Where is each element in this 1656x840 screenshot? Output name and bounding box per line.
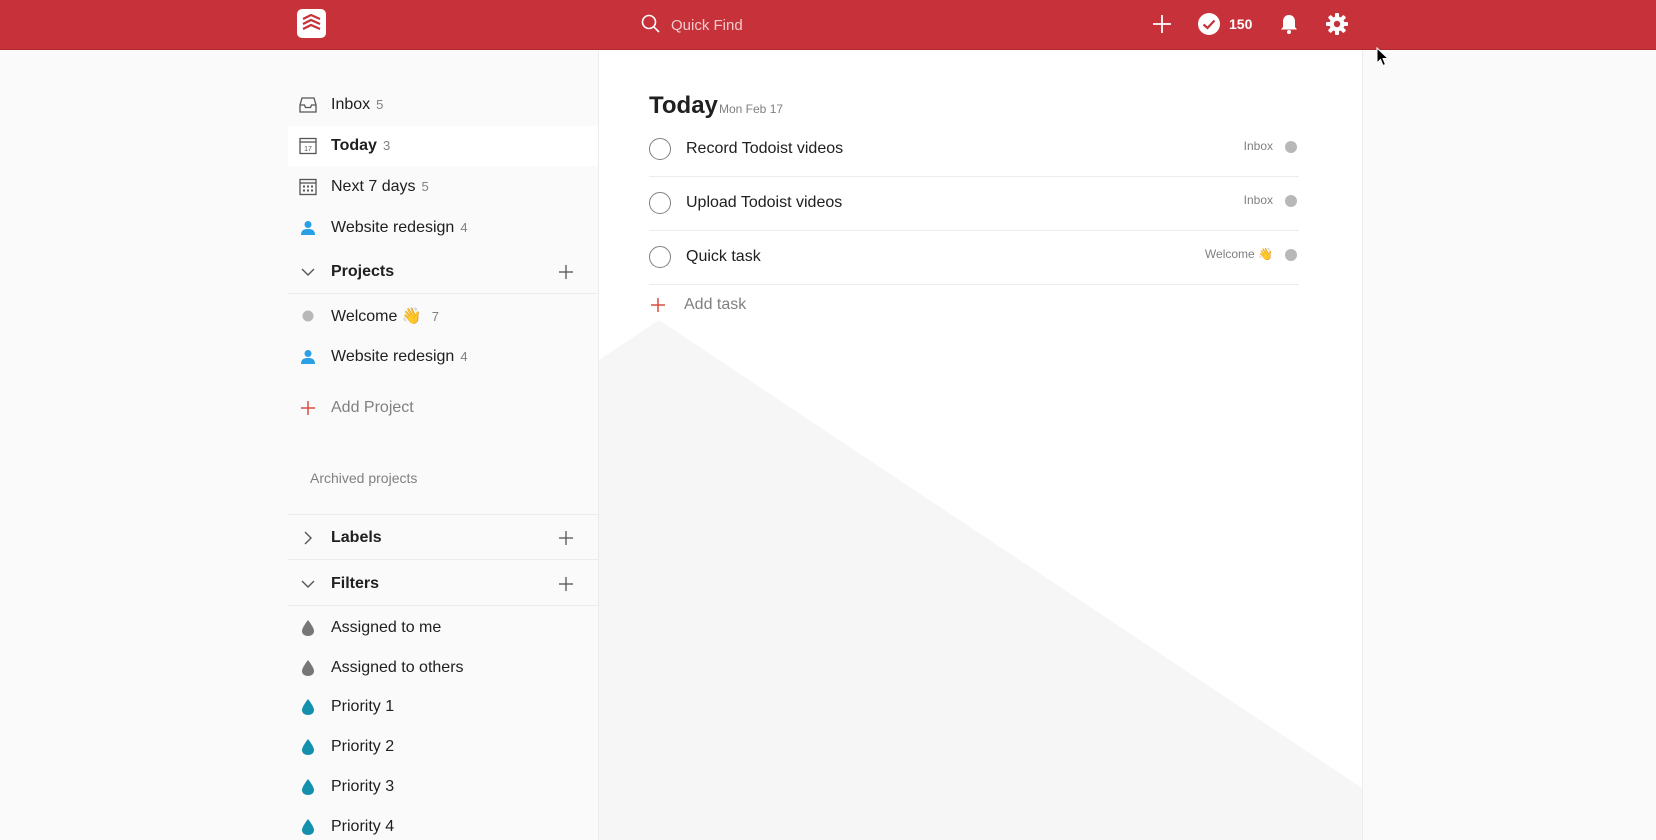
sidebar-item-label: Inbox [331, 96, 371, 113]
karma-check-icon [1198, 13, 1220, 35]
filter-item-assigned-to-me[interactable]: Assigned to me [288, 608, 598, 648]
filter-item-label: Assigned to me [331, 619, 442, 636]
sidebar-item-count: 5 [421, 179, 429, 194]
svg-text:17: 17 [304, 146, 312, 153]
person-icon [298, 347, 318, 367]
task-checkbox[interactable] [649, 138, 671, 160]
quick-find[interactable] [641, 12, 941, 38]
sidebar-item-label: Next 7 days [331, 178, 416, 195]
sidebar-item-count: 3 [382, 138, 391, 153]
add-task-button[interactable]: Add task [649, 294, 949, 318]
add-filter-plus-icon[interactable] [556, 574, 576, 594]
filter-item-label: Priority 3 [331, 778, 395, 795]
divider [288, 514, 598, 515]
sidebar-item-count: 4 [460, 220, 468, 235]
task-checkbox[interactable] [649, 246, 671, 268]
drop-icon [298, 737, 318, 757]
project-item-welcome[interactable]: Welcome 👋 7 [288, 296, 598, 336]
filter-item-label: Priority 4 [331, 818, 395, 835]
task-checkbox[interactable] [649, 192, 671, 214]
task-project-label[interactable]: Inbox [1244, 193, 1273, 207]
page-title: Today [649, 92, 718, 119]
inbox-icon [298, 95, 318, 115]
filter-item-label: Priority 2 [331, 738, 395, 755]
filters-title: Filters [331, 575, 380, 592]
archived-projects-link[interactable]: Archived projects [310, 470, 417, 486]
add-task-label: Add task [684, 296, 747, 313]
drop-icon [298, 658, 318, 678]
task-text[interactable]: Upload Todoist videos [686, 194, 842, 212]
project-item-label: Welcome 👋 [331, 308, 422, 325]
filter-item-assigned-to-others[interactable]: Assigned to others [288, 648, 598, 688]
add-project-button[interactable]: Add Project [288, 388, 598, 428]
task-item[interactable]: Quick task Welcome 👋 [649, 231, 1299, 285]
search-input[interactable] [671, 12, 931, 38]
calendar-today-icon: 17 [298, 136, 318, 156]
task-project-label[interactable]: Inbox [1244, 139, 1273, 153]
top-bar: 150 [0, 0, 1656, 50]
sidebar-item-label: Today [331, 137, 377, 154]
karma-button[interactable]: 150 [1197, 12, 1252, 36]
mouse-cursor-icon [1376, 47, 1390, 67]
filter-item-priority-2[interactable]: Priority 2 [288, 727, 598, 767]
task-item[interactable]: Upload Todoist videos Inbox [649, 177, 1299, 231]
filter-item-priority-1[interactable]: Priority 1 [288, 687, 598, 727]
drop-icon [298, 817, 318, 837]
calendar-week-icon [298, 177, 318, 197]
chevron-down-icon[interactable] [298, 574, 318, 594]
filter-item-priority-4[interactable]: Priority 4 [288, 807, 598, 840]
search-icon [641, 14, 660, 33]
project-item-label: Website redesign [331, 348, 455, 365]
sidebar: Inbox 5 17 Today 3 Next 7 days 5 Website… [288, 50, 598, 840]
filter-item-label: Assigned to others [331, 659, 464, 676]
gear-icon[interactable] [1325, 12, 1349, 36]
drop-icon [298, 777, 318, 797]
drop-icon [298, 697, 318, 717]
task-text[interactable]: Quick task [686, 248, 761, 266]
bell-icon[interactable] [1277, 12, 1301, 36]
karma-count: 150 [1229, 16, 1253, 32]
todoist-logo-icon[interactable] [297, 9, 326, 38]
add-task-plus-icon[interactable] [1150, 12, 1174, 36]
filter-item-label: Priority 1 [331, 698, 395, 715]
sidebar-item-website-redesign[interactable]: Website redesign 4 [288, 208, 598, 248]
chevron-down-icon[interactable] [298, 262, 318, 282]
task-item[interactable]: Record Todoist videos Inbox [649, 123, 1299, 177]
main-content: Today Mon Feb 17 Record Todoist videos I… [599, 50, 1362, 840]
chevron-right-icon[interactable] [298, 528, 318, 548]
sidebar-item-inbox[interactable]: Inbox 5 [288, 85, 598, 125]
project-dot-icon [298, 306, 318, 326]
add-label-plus-icon[interactable] [556, 528, 576, 548]
project-item-website-redesign[interactable]: Website redesign 4 [288, 337, 598, 377]
project-dot-icon [1285, 141, 1297, 153]
sidebar-item-next-7-days[interactable]: Next 7 days 5 [288, 167, 598, 207]
filter-item-priority-3[interactable]: Priority 3 [288, 767, 598, 807]
add-project-plus-icon[interactable] [556, 262, 576, 282]
task-project-label[interactable]: Welcome 👋 [1205, 247, 1273, 261]
projects-section-header[interactable]: Projects [288, 250, 598, 294]
sidebar-item-label: Website redesign [331, 219, 455, 236]
project-dot-icon [1285, 249, 1297, 261]
project-item-count: 7 [431, 309, 439, 324]
task-text[interactable]: Record Todoist videos [686, 140, 843, 158]
sidebar-item-count: 5 [376, 97, 384, 112]
labels-title: Labels [331, 529, 382, 546]
filters-section-header[interactable]: Filters [288, 562, 598, 606]
projects-title: Projects [331, 263, 395, 280]
sidebar-item-today[interactable]: 17 Today 3 [288, 126, 598, 166]
project-item-count: 4 [460, 349, 468, 364]
person-icon [298, 218, 318, 238]
content-right-border [1362, 50, 1363, 840]
add-project-label: Add Project [331, 399, 414, 416]
page-date: Mon Feb 17 [719, 102, 784, 116]
drop-icon [298, 618, 318, 638]
plus-icon [651, 298, 665, 312]
project-dot-icon [1285, 195, 1297, 207]
plus-icon [298, 398, 318, 418]
labels-section-header[interactable]: Labels [288, 516, 598, 560]
